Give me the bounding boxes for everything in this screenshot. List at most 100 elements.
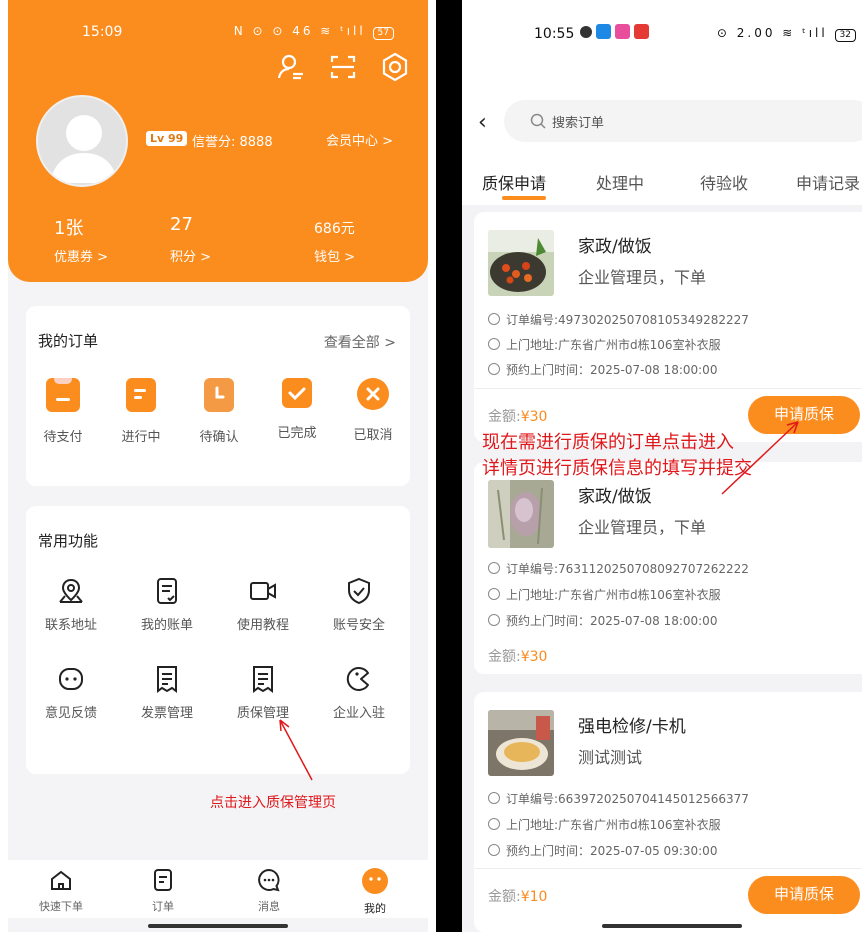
order-status-label: 已取消	[353, 428, 393, 443]
search-input[interactable]: 搜索订单	[504, 100, 862, 142]
points-link[interactable]: 积分 >	[170, 246, 211, 265]
function-label: 使用教程	[236, 618, 289, 633]
amount-label: 金额:	[488, 889, 521, 905]
clock-icon	[488, 363, 500, 375]
battery-icon: 32	[834, 29, 856, 42]
function-my-bill[interactable]: 我的账单	[122, 576, 212, 633]
tab-processing[interactable]: 处理中	[596, 170, 644, 194]
doc-icon	[126, 378, 156, 412]
order-appointment-time: 预约上门时间：2025-07-05 09:30:00	[488, 842, 717, 859]
active-tab-indicator	[502, 196, 546, 200]
bottom-tabbar: 快速下单 订单 消息 我的	[8, 860, 428, 918]
order-subtitle: 企业管理员，下单	[578, 518, 707, 537]
order-address: 上门地址:广东省广州市d栋106室补衣服	[488, 816, 721, 833]
function-enterprise[interactable]: 企业入驻	[314, 664, 404, 721]
tab-label: 消息	[258, 900, 280, 913]
tab-orders[interactable]: 订单	[128, 868, 198, 914]
order-status-to-confirm[interactable]: 待确认	[184, 378, 254, 445]
wallet-amount: 686元	[314, 221, 355, 237]
search-icon	[530, 113, 546, 129]
order-thumbnail	[488, 230, 554, 296]
order-card[interactable]: 强电检修/卡机 测试测试 订单编号:6639720250704145012566…	[474, 692, 862, 932]
order-title: 家政/做饭	[578, 237, 652, 257]
see-all-orders-link[interactable]: 查看全部 >	[324, 332, 396, 352]
header-actions	[276, 52, 410, 82]
wallet-link[interactable]: 钱包 >	[314, 246, 355, 265]
avatar[interactable]	[36, 95, 128, 187]
search-placeholder: 搜索订单	[552, 116, 605, 131]
order-title: 家政/做饭	[578, 487, 652, 507]
tab-messages[interactable]: 消息	[234, 868, 304, 914]
order-status-cancelled[interactable]: 已取消	[338, 378, 408, 443]
status-icons-text: ⊙ 2.00 ≋ ᵗıll	[716, 26, 828, 40]
annotation-arrow	[721, 421, 799, 495]
message-icon	[258, 868, 280, 892]
order-card[interactable]: 家政/做饭 企业管理员，下单 订单编号:49730202507081053492…	[474, 212, 862, 442]
level-badge: Lv 99	[146, 131, 188, 146]
order-number-text: 订单编号:7631120250708092707262222	[506, 562, 749, 576]
order-status-in-progress[interactable]: 进行中	[106, 378, 176, 445]
apply-warranty-button[interactable]: 申请质保	[748, 876, 860, 914]
function-account-security[interactable]: 账号安全	[314, 576, 404, 633]
function-label: 意见反馈	[44, 706, 97, 721]
function-contact-address[interactable]: 联系地址	[26, 576, 116, 633]
annotation-note: 点击进入质保管理页	[210, 795, 336, 811]
function-warranty[interactable]: 质保管理	[218, 664, 308, 721]
order-address-text: 上门地址:广东省广州市d栋106室补衣服	[506, 818, 721, 832]
order-status-label: 进行中	[121, 430, 161, 445]
status-time: 10:55	[534, 26, 575, 42]
points-count: 27	[170, 214, 193, 235]
tab-label: 我的	[364, 902, 386, 915]
back-chevron-icon[interactable]: ‹	[478, 110, 487, 135]
order-status-label: 待支付	[43, 430, 83, 445]
app-notification-icon	[580, 26, 592, 38]
invoice-icon	[157, 666, 177, 693]
tab-mine[interactable]: 我的	[340, 868, 410, 916]
divider	[474, 868, 862, 869]
order-status-completed[interactable]: 已完成	[262, 378, 332, 441]
order-status-pending-payment[interactable]: 待支付	[28, 374, 98, 445]
order-address-text: 上门地址:广东省广州市d栋106室补衣服	[506, 588, 721, 602]
order-number: 订单编号:6639720250704145012566377	[488, 790, 749, 807]
function-feedback[interactable]: 意见反馈	[26, 664, 116, 721]
tab-label: 快速下单	[39, 900, 83, 913]
settings-icon[interactable]	[380, 52, 410, 82]
annotation-line: 详情页进行质保信息的填写并提交	[482, 458, 752, 479]
order-time-text: 预约上门时间：2025-07-08 18:00:00	[506, 363, 718, 377]
amount-label: 金额:	[488, 409, 521, 425]
tab-pending-acceptance[interactable]: 待验收	[700, 170, 748, 194]
profile-screen: 15:09 N ⊙ ⊙ 46 ≋ ᵗıll 57 Lv 99 信誉分: 8888…	[8, 0, 428, 932]
function-tutorial[interactable]: 使用教程	[218, 576, 308, 633]
order-time-text: 预约上门时间：2025-07-08 18:00:00	[506, 614, 718, 628]
tab-quick-order[interactable]: 快速下单	[26, 868, 96, 914]
annotation-line: 现在需进行质保的订单点击进入	[482, 432, 734, 453]
order-number-text: 订单编号:4973020250708105349282227	[506, 313, 749, 327]
function-label: 账号安全	[332, 618, 385, 633]
coupon-link[interactable]: 优惠券 >	[54, 246, 108, 265]
shield-icon	[348, 577, 370, 605]
app-notification-icon	[596, 24, 611, 39]
function-label: 发票管理	[140, 706, 193, 721]
app-notification-icon	[634, 24, 649, 39]
function-invoice[interactable]: 发票管理	[122, 664, 212, 721]
amount-value: ¥10	[520, 889, 548, 905]
scan-icon[interactable]	[328, 52, 358, 82]
tab-warranty-apply[interactable]: 质保申请	[482, 170, 546, 194]
location-icon	[488, 338, 500, 350]
location-icon	[488, 588, 500, 600]
tab-apply-records[interactable]: 申请记录	[796, 170, 860, 194]
order-number: 订单编号:7631120250708092707262222	[488, 560, 749, 577]
warranty-management-screen: 10:55 ⊙ 2.00 ≋ ᵗıll 32 ‹ 搜索订单 质保申请 处理中 待…	[462, 0, 862, 932]
home-icon	[51, 870, 71, 890]
location-icon	[488, 818, 500, 830]
function-label: 企业入驻	[332, 706, 385, 721]
wallet-icon	[46, 374, 80, 412]
order-subtitle: 测试测试	[578, 748, 643, 767]
credit-score: 信誉分: 8888	[192, 135, 273, 150]
user-settings-icon[interactable]	[276, 52, 306, 82]
feedback-icon	[59, 668, 83, 690]
enterprise-icon	[346, 667, 369, 691]
clock-icon	[488, 844, 500, 856]
order-icon	[154, 869, 172, 891]
member-center-link[interactable]: 会员中心 >	[326, 130, 393, 149]
